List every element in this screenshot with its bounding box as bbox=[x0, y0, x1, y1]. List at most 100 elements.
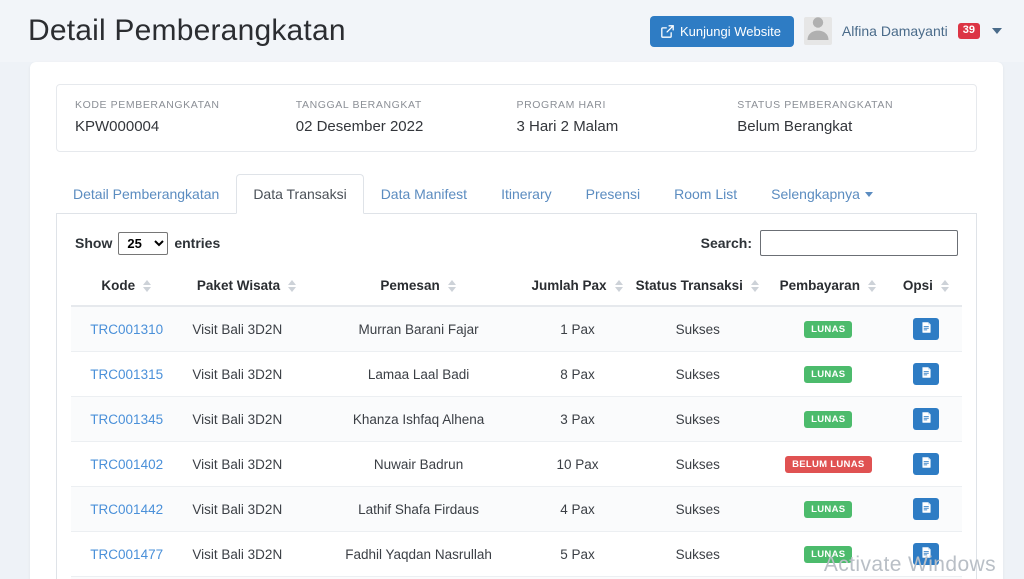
tab-data-manifest[interactable]: Data Manifest bbox=[364, 174, 484, 214]
info-field-tanggal: TANGGAL BERANGKAT 02 Desember 2022 bbox=[296, 99, 517, 135]
notification-badge[interactable]: 39 bbox=[957, 23, 980, 39]
transactions-table: Kode Paket Wisata Pemesan Jumlah Pax Sta bbox=[71, 270, 962, 579]
cell-jumlah-pax: 1 Pax bbox=[525, 306, 630, 352]
entries-select[interactable]: 102550100 bbox=[118, 231, 169, 255]
column-header-paket-wisata[interactable]: Paket Wisata bbox=[182, 270, 312, 307]
tab-label: Presensi bbox=[585, 186, 641, 202]
table-body: TRC001310 Visit Bali 3D2N Murran Barani Fa… bbox=[71, 306, 962, 579]
transaction-code-link[interactable]: TRC001345 bbox=[90, 412, 163, 427]
table-row: TRC001442 Visit Bali 3D2N Lathif Shafa Fir… bbox=[71, 486, 962, 532]
user-name[interactable]: Alfina Damayanti bbox=[842, 23, 948, 39]
tab-label: Itinerary bbox=[501, 186, 552, 202]
page-root: Detail Pemberangkatan Kunjungi Website A… bbox=[0, 0, 1024, 579]
info-label: STATUS PEMBERANGKATAN bbox=[737, 99, 894, 111]
user-avatar-icon bbox=[804, 17, 832, 45]
page-title: Detail Pemberangkatan bbox=[28, 14, 346, 47]
receipt-icon bbox=[920, 456, 933, 472]
column-label: Pemesan bbox=[380, 278, 440, 293]
transaction-code-link[interactable]: TRC001402 bbox=[90, 457, 163, 472]
detail-transaction-button[interactable] bbox=[913, 318, 940, 340]
receipt-icon bbox=[920, 546, 933, 562]
transactions-panel: Show 102550100 entries Search: bbox=[56, 214, 977, 579]
cell-status-transaksi: Sukses bbox=[629, 351, 766, 397]
external-link-icon bbox=[661, 24, 674, 38]
sort-icon bbox=[143, 279, 152, 293]
payment-status-badge: LUNAS bbox=[804, 410, 853, 429]
info-field-program: PROGRAM HARI 3 Hari 2 Malam bbox=[517, 99, 738, 135]
cell-jumlah-pax: 10 Pax bbox=[525, 441, 630, 487]
cell-paket-wisata: Visit Bali 3D2N bbox=[182, 531, 312, 577]
tab-presensi[interactable]: Presensi bbox=[569, 174, 657, 214]
info-field-kode: KODE PEMBERANGKATAN KPW000004 bbox=[75, 99, 296, 135]
table-row: TRC001345 Visit Bali 3D2N Khanza Ishfaq Al… bbox=[71, 396, 962, 442]
column-header-status-transaksi[interactable]: Status Transaksi bbox=[629, 270, 766, 307]
detail-transaction-button[interactable] bbox=[913, 498, 940, 520]
column-header-kode[interactable]: Kode bbox=[71, 270, 183, 307]
cell-pemesan: Khanza Ishfaq Alhena bbox=[311, 396, 526, 442]
cell-opsi bbox=[890, 531, 962, 577]
column-header-pembayaran[interactable]: Pembayaran bbox=[765, 270, 891, 307]
sort-icon bbox=[867, 279, 877, 293]
tab-label: Room List bbox=[674, 186, 738, 202]
payment-status-badge: LUNAS bbox=[804, 500, 853, 519]
info-label: KODE PEMBERANGKATAN bbox=[75, 99, 220, 111]
detail-transaction-button[interactable] bbox=[913, 408, 940, 430]
tab-label: Detail Pemberangkatan bbox=[73, 186, 220, 202]
detail-transaction-button[interactable] bbox=[913, 363, 940, 385]
departure-info-strip: KODE PEMBERANGKATAN KPW000004 TANGGAL BE… bbox=[56, 84, 977, 152]
transaction-code-link[interactable]: TRC001315 bbox=[90, 367, 163, 382]
sort-icon bbox=[750, 279, 760, 293]
transaction-code-link[interactable]: TRC001477 bbox=[90, 547, 163, 562]
avatar[interactable] bbox=[803, 17, 832, 45]
tab-selengkapnya[interactable]: Selengkapnya bbox=[754, 174, 890, 214]
column-label: Opsi bbox=[902, 278, 933, 293]
info-label: TANGGAL BERANGKAT bbox=[295, 99, 422, 111]
visit-website-label: Kunjungi Website bbox=[679, 23, 781, 39]
visit-website-button[interactable]: Kunjungi Website bbox=[649, 15, 794, 47]
cell-pemesan: Fadhil Yaqdan Nasrullah bbox=[311, 531, 526, 577]
transaction-code-link[interactable]: TRC001442 bbox=[90, 502, 163, 517]
info-value: 02 Desember 2022 bbox=[295, 118, 424, 135]
search-control: Search: bbox=[701, 230, 958, 256]
cell-paket-wisata: Visit Bali 3D2N bbox=[182, 486, 312, 532]
search-label: Search: bbox=[700, 235, 752, 251]
payment-status-badge: BELUM LUNAS bbox=[785, 455, 872, 474]
cell-pembayaran: BELUM LUNAS bbox=[765, 441, 891, 487]
cell-jumlah-pax: 5 Pax bbox=[525, 531, 630, 577]
chevron-down-icon[interactable] bbox=[992, 28, 1002, 34]
info-value: 3 Hari 2 Malam bbox=[516, 118, 619, 135]
cell-opsi bbox=[890, 351, 962, 397]
detail-transaction-button[interactable] bbox=[913, 543, 940, 565]
cell-jumlah-pax: 3 Pax bbox=[525, 396, 630, 442]
cell-kode: TRC001477 bbox=[71, 531, 183, 577]
cell-kode: TRC001442 bbox=[71, 486, 183, 532]
cell-paket-wisata: Visit Bali 3D2N bbox=[182, 441, 312, 487]
transaction-code-link[interactable]: TRC001310 bbox=[90, 322, 163, 337]
cell-kode: TRC001345 bbox=[71, 396, 183, 442]
tab-room-list[interactable]: Room List bbox=[657, 174, 754, 214]
column-label: Pembayaran bbox=[779, 278, 860, 293]
tab-data-transaksi[interactable]: Data Transaksi bbox=[236, 174, 364, 214]
sort-icon bbox=[940, 279, 950, 293]
column-header-pemesan[interactable]: Pemesan bbox=[311, 270, 526, 307]
search-input[interactable] bbox=[760, 230, 958, 256]
cell-pemesan: Nuwair Badrun bbox=[311, 441, 526, 487]
detail-transaction-button[interactable] bbox=[913, 453, 940, 475]
column-header-jumlah-pax[interactable]: Jumlah Pax bbox=[525, 270, 630, 307]
table-row: TRC001315 Visit Bali 3D2N Lamaa Laal Badi 8… bbox=[71, 351, 962, 397]
tab-itinerary[interactable]: Itinerary bbox=[484, 174, 569, 214]
entries-label: entries bbox=[174, 235, 221, 251]
receipt-icon bbox=[920, 411, 933, 427]
cell-kode: TRC001315 bbox=[71, 351, 183, 397]
cell-pembayaran: LUNAS bbox=[765, 351, 891, 397]
receipt-icon bbox=[920, 321, 933, 337]
show-label: Show bbox=[75, 235, 113, 251]
cell-opsi bbox=[890, 306, 962, 352]
info-label: PROGRAM HARI bbox=[516, 99, 606, 111]
table-row: TRC001477 Visit Bali 3D2N Fadhil Yaqdan Na… bbox=[71, 531, 962, 577]
cell-opsi bbox=[890, 441, 962, 487]
cell-paket-wisata: Visit Bali 3D2N bbox=[182, 306, 312, 352]
cell-pembayaran: LUNAS bbox=[765, 486, 891, 532]
column-header-opsi[interactable]: Opsi bbox=[890, 270, 962, 307]
tab-detail-pemberangkatan[interactable]: Detail Pemberangkatan bbox=[56, 174, 236, 214]
